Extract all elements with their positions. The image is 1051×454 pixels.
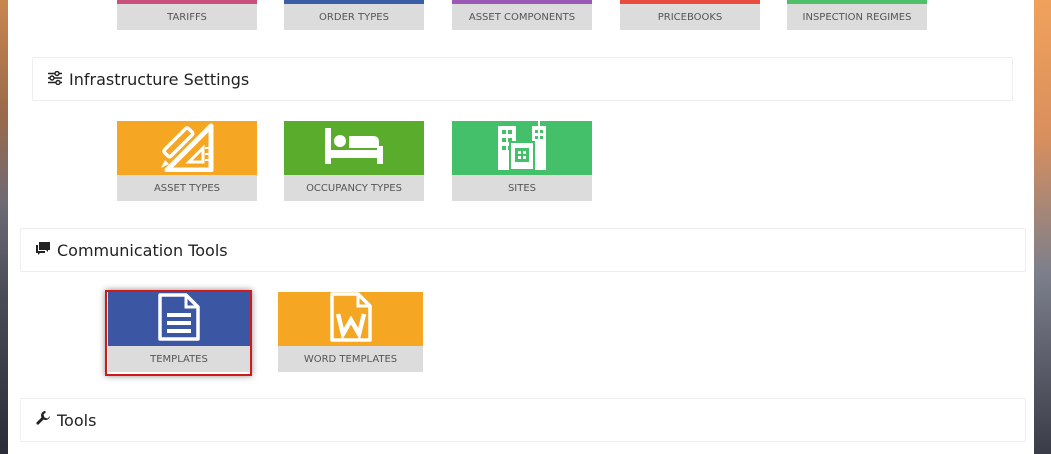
section-header-infrastructure: Infrastructure Settings <box>32 57 1013 101</box>
sliders-icon <box>47 70 63 89</box>
bed-icon <box>323 126 385 170</box>
settings-panel: TARIFFS ORDER TYPES ASSET COMPONENTS PRI… <box>8 0 1034 454</box>
buildings-icon <box>496 120 548 176</box>
drafting-tools-icon <box>155 120 219 176</box>
tile-asset-types[interactable]: ASSET TYPES <box>117 121 257 201</box>
tile-label: INSPECTION REGIMES <box>802 11 912 23</box>
tile-label: TARIFFS <box>167 11 207 23</box>
tile-label: ASSET TYPES <box>153 182 221 194</box>
tile-pricebooks[interactable]: PRICEBOOKS <box>620 0 760 30</box>
section-title: Tools <box>57 410 97 430</box>
tile-occupancy-types[interactable]: OCCUPANCY TYPES <box>284 121 424 201</box>
tile-order-types[interactable]: ORDER TYPES <box>284 0 424 30</box>
tile-inspection-regimes[interactable]: INSPECTION REGIMES <box>787 0 927 30</box>
section-header-communication: Communication Tools <box>20 228 1026 272</box>
tile-word-templates[interactable]: WORD TEMPLATES <box>278 292 423 372</box>
tile-label: OCCUPANCY TYPES <box>306 182 402 194</box>
tile-label: ORDER TYPES <box>319 11 389 23</box>
tile-asset-components[interactable]: ASSET COMPONENTS <box>452 0 592 30</box>
tile-sites[interactable]: SITES <box>452 120 592 201</box>
section-header-tools: Tools <box>20 398 1026 442</box>
background-edge <box>1031 0 1051 454</box>
tile-tariffs[interactable]: TARIFFS <box>117 0 257 30</box>
tile-label: SITES <box>507 182 537 194</box>
selection-highlight <box>105 290 252 376</box>
word-document-icon <box>328 292 374 346</box>
tile-label: PRICEBOOKS <box>657 11 723 23</box>
section-title: Infrastructure Settings <box>69 69 250 89</box>
wrench-icon <box>35 410 51 430</box>
tile-color-bar <box>117 121 257 175</box>
tile-label: WORD TEMPLATES <box>303 353 398 365</box>
tile-label: ASSET COMPONENTS <box>468 11 576 23</box>
tile-color-bar <box>278 292 423 346</box>
tile-color-bar <box>452 120 592 176</box>
tile-color-bar <box>284 121 424 175</box>
section-title: Communication Tools <box>57 240 228 260</box>
comments-icon <box>35 241 51 260</box>
